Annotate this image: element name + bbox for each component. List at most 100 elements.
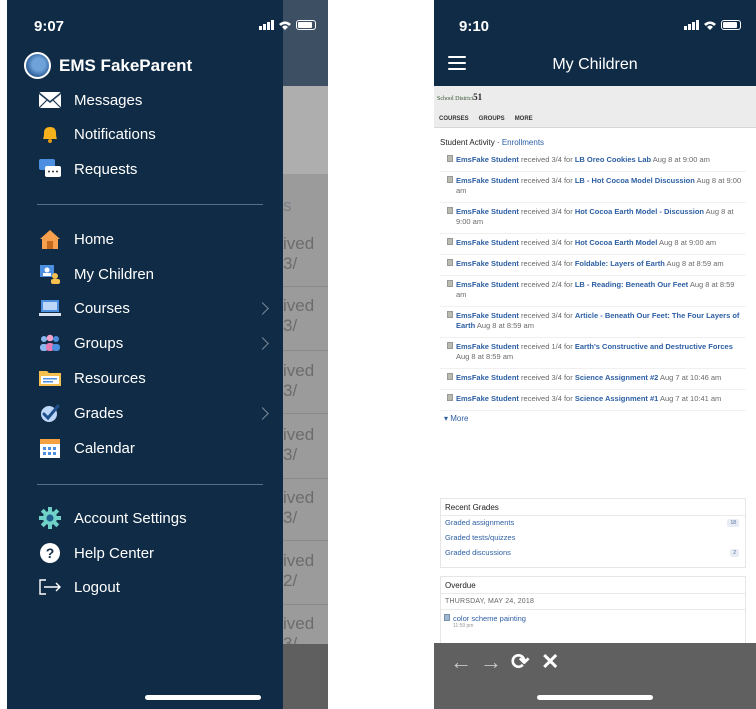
profile-header[interactable]: EMS FakeParent: [24, 52, 192, 79]
grade-row[interactable]: Graded tests/quizzes: [441, 531, 745, 546]
student-name-link[interactable]: EmsFake Student: [456, 342, 519, 351]
status-icons: [259, 20, 316, 30]
right-phone-screen: 9:10 My Children School District51 COURS…: [434, 0, 756, 709]
menu-label: My Children: [74, 265, 155, 283]
menu-label: Courses: [74, 299, 130, 317]
menu-item-help-center[interactable]: ? Help Center: [37, 539, 267, 567]
activity-item[interactable]: EmsFake Student received 1/4 for Earth's…: [440, 338, 746, 369]
background-divider: [283, 413, 328, 414]
student-name-link[interactable]: EmsFake Student: [456, 311, 519, 320]
school-logo[interactable]: School District51: [437, 92, 482, 102]
activity-score: received 3/4 for: [518, 155, 575, 164]
activity-date: Aug 8 at 8:59 am: [456, 352, 514, 361]
tab-courses[interactable]: COURSES: [439, 116, 469, 122]
assignment-link[interactable]: Science Assignment #2: [575, 373, 659, 382]
student-name-link[interactable]: EmsFake Student: [456, 207, 519, 216]
home-indicator[interactable]: [145, 695, 261, 700]
assignment-link[interactable]: LB - Hot Cocoa Model Discussion: [575, 176, 695, 185]
menu-item-groups[interactable]: Groups: [37, 329, 269, 357]
assignment-link[interactable]: Earth's Constructive and Destructive For…: [575, 342, 733, 351]
wifi-icon: [279, 21, 291, 30]
menu-item-resources[interactable]: Resources: [37, 364, 267, 392]
reload-icon[interactable]: ⟳: [511, 649, 529, 675]
activity-item[interactable]: EmsFake Student received 3/4 for Foldabl…: [440, 255, 746, 276]
student-name-link[interactable]: EmsFake Student: [456, 280, 519, 289]
activity-item[interactable]: EmsFake Student received 3/4 for LB Oreo…: [440, 151, 746, 172]
activity-date: Aug 7 at 10:41 am: [660, 394, 722, 403]
document-icon: [447, 155, 453, 162]
page-title: My Children: [552, 56, 638, 73]
children-icon: [37, 262, 62, 287]
envelope-icon: [37, 88, 62, 113]
menu-item-messages[interactable]: Messages: [37, 86, 267, 114]
activity-item[interactable]: EmsFake Student received 3/4 for Science…: [440, 390, 746, 411]
browser-toolbar: ← → ⟳ ✕: [434, 643, 756, 709]
menu-item-my-children[interactable]: My Children: [37, 260, 267, 288]
count-badge: 2: [730, 549, 739, 557]
student-name-link[interactable]: EmsFake Student: [456, 176, 519, 185]
overdue-date: THURSDAY, MAY 24, 2018: [441, 594, 745, 610]
activity-item[interactable]: EmsFake Student received 2/4 for LB - Re…: [440, 276, 746, 307]
assignment-link[interactable]: Science Assignment #1: [575, 394, 659, 403]
menu-label: Requests: [74, 160, 138, 178]
student-name-link[interactable]: EmsFake Student: [456, 394, 519, 403]
assignment-link[interactable]: Hot Cocoa Earth Model: [575, 238, 658, 247]
student-name-link[interactable]: EmsFake Student: [456, 259, 519, 268]
student-name-link[interactable]: EmsFake Student: [456, 238, 519, 247]
document-icon: [447, 311, 453, 318]
assignment-link[interactable]: Hot Cocoa Earth Model - Discussion: [575, 207, 704, 216]
menu-item-account-settings[interactable]: Account Settings: [37, 504, 267, 532]
tab-more[interactable]: MORE: [515, 116, 533, 122]
background-row: ived 3/: [283, 296, 315, 335]
assignment-link[interactable]: Foldable: Layers of Earth: [575, 259, 665, 268]
menu-item-logout[interactable]: Logout: [37, 573, 267, 601]
activity-item[interactable]: EmsFake Student received 3/4 for Hot Coc…: [440, 203, 746, 234]
activity-item[interactable]: EmsFake Student received 3/4 for Hot Coc…: [440, 234, 746, 255]
background-divider: [283, 478, 328, 479]
menu-divider: [37, 484, 263, 485]
menu-item-requests[interactable]: Requests: [37, 155, 267, 183]
more-link[interactable]: ▾ More: [444, 414, 746, 423]
menu-item-courses[interactable]: Courses: [37, 294, 269, 322]
activity-score: received 3/4 for: [518, 311, 575, 320]
activity-item[interactable]: EmsFake Student received 3/4 for Science…: [440, 369, 746, 390]
menu-item-home[interactable]: Home: [37, 225, 267, 253]
activity-score: received 3/4 for: [518, 373, 575, 382]
menu-label: Help Center: [74, 544, 155, 562]
count-badge: 18: [727, 519, 739, 527]
chevron-right-icon: [256, 301, 269, 315]
tab-groups[interactable]: GROUPS: [479, 116, 505, 122]
assignment-link[interactable]: LB Oreo Cookies Lab: [575, 155, 651, 164]
grade-row[interactable]: Graded discussions 2: [441, 546, 745, 561]
document-icon: [447, 176, 453, 183]
activity-item[interactable]: EmsFake Student received 3/4 for LB - Ho…: [440, 172, 746, 203]
home-indicator[interactable]: [537, 695, 653, 700]
menu-item-grades[interactable]: Grades: [37, 399, 269, 427]
activity-item[interactable]: EmsFake Student received 3/4 for Article…: [440, 307, 746, 338]
student-name-link[interactable]: EmsFake Student: [456, 373, 519, 382]
battery-icon: [721, 20, 741, 30]
background-row: ived 3/: [283, 425, 315, 464]
activity-date: Aug 8 at 8:59 am: [666, 259, 724, 268]
wifi-icon: [704, 21, 716, 30]
grade-row[interactable]: Graded assignments 18: [441, 516, 745, 531]
navigation-drawer: 9:07 EMS FakeParent Messages Notificatio…: [7, 0, 316, 709]
activity-score: received 2/4 for: [518, 280, 575, 289]
background-row: ived 2/: [283, 551, 315, 590]
menu-item-calendar[interactable]: Calendar: [37, 434, 267, 462]
chat-bubble-icon: [37, 157, 62, 182]
background-divider: [283, 540, 328, 541]
back-arrow-icon[interactable]: ←: [450, 649, 472, 675]
forward-arrow-icon[interactable]: →: [480, 649, 502, 675]
school-header: School District51: [434, 86, 756, 110]
assignment-link[interactable]: LB - Reading: Beneath Our Feet: [575, 280, 688, 289]
web-content: School District51 COURSES GROUPS MORE St…: [434, 86, 756, 643]
signal-icon: [259, 20, 274, 30]
avatar: [24, 52, 51, 79]
student-name-link[interactable]: EmsFake Student: [456, 155, 519, 164]
menu-item-notifications[interactable]: Notifications: [37, 120, 267, 148]
enrollments-link[interactable]: Enrollments: [502, 138, 544, 147]
activity-date: Aug 8 at 9:00 am: [659, 238, 717, 247]
overdue-item[interactable]: color scheme painting: [441, 610, 745, 623]
close-icon[interactable]: ✕: [541, 649, 559, 675]
